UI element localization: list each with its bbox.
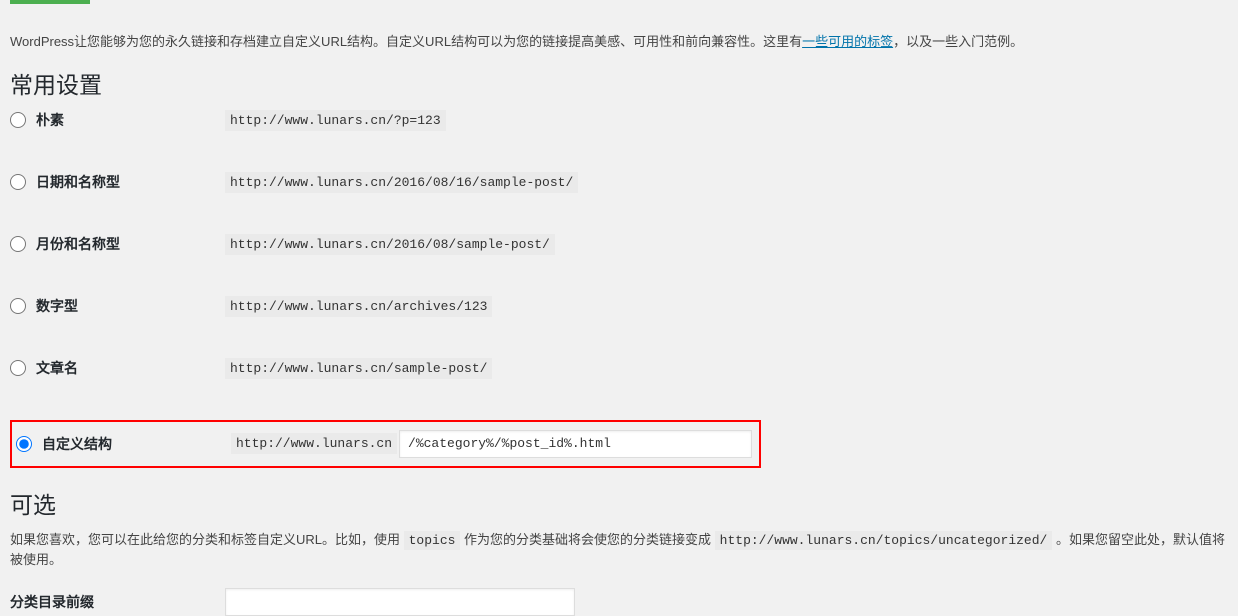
label-numeric[interactable]: 数字型 — [36, 296, 78, 316]
intro-pre: WordPress让您能够为您的永久链接和存档建立自定义URL结构。自定义URL… — [10, 34, 802, 49]
category-prefix-label: 分类目录前缀 — [10, 592, 225, 612]
tags-link[interactable]: 一些可用的标签 — [802, 34, 893, 49]
label-date[interactable]: 日期和名称型 — [36, 172, 120, 192]
label-plain[interactable]: 朴素 — [36, 110, 64, 130]
example-url-code: http://www.lunars.cn/topics/uncategorize… — [715, 531, 1053, 550]
label-month[interactable]: 月份和名称型 — [36, 234, 120, 254]
example-numeric: http://www.lunars.cn/archives/123 — [225, 296, 492, 317]
category-prefix-input[interactable] — [225, 588, 575, 616]
example-postname: http://www.lunars.cn/sample-post/ — [225, 358, 492, 379]
example-date: http://www.lunars.cn/2016/08/16/sample-p… — [225, 172, 578, 193]
common-settings-heading: 常用设置 — [10, 66, 1228, 100]
radio-postname[interactable] — [10, 360, 26, 376]
example-month: http://www.lunars.cn/2016/08/sample-post… — [225, 234, 555, 255]
label-postname[interactable]: 文章名 — [36, 358, 78, 378]
topics-code: topics — [404, 531, 461, 550]
radio-month[interactable] — [10, 236, 26, 252]
intro-text: WordPress让您能够为您的永久链接和存档建立自定义URL结构。自定义URL… — [10, 32, 1228, 52]
radio-date[interactable] — [10, 174, 26, 190]
radio-custom[interactable] — [16, 436, 32, 452]
custom-prefix: http://www.lunars.cn — [231, 433, 397, 454]
radio-numeric[interactable] — [10, 298, 26, 314]
intro-post: ，以及一些入门范例。 — [893, 34, 1023, 49]
optional-desc: 如果您喜欢，您可以在此给您的分类和标签自定义URL。比如，使用 topics 作… — [10, 530, 1228, 570]
optional-heading: 可选 — [10, 486, 1228, 520]
custom-structure-input[interactable] — [399, 430, 752, 458]
radio-plain[interactable] — [10, 112, 26, 128]
label-custom[interactable]: 自定义结构 — [42, 434, 112, 454]
example-plain: http://www.lunars.cn/?p=123 — [225, 110, 446, 131]
